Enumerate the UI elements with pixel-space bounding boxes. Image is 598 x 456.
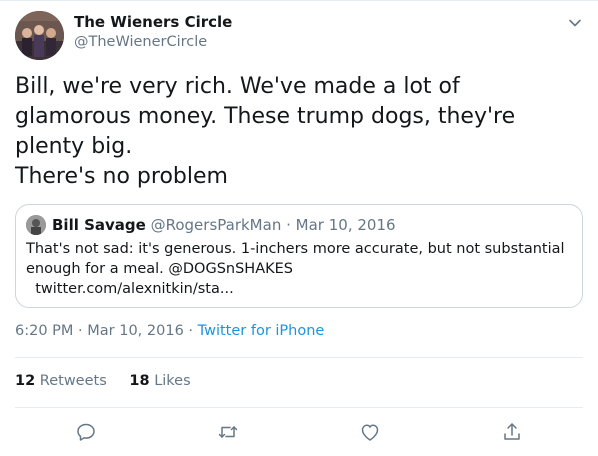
tweet-source-link[interactable]: Twitter for iPhone (198, 323, 325, 339)
quoted-tweet[interactable]: Bill Savage @RogersParkMan · Mar 10, 201… (15, 204, 583, 308)
likes-count: 18 (129, 373, 150, 389)
chevron-down-icon[interactable] (566, 14, 584, 32)
share-icon[interactable] (500, 420, 524, 444)
quoted-date: Mar 10, 2016 (295, 216, 396, 234)
top-border (0, 0, 598, 1)
author-handle[interactable]: @TheWienerCircle (74, 34, 207, 50)
tweet-stats: 12 Retweets 18 Likes (15, 371, 209, 391)
quoted-author-avatar (26, 215, 46, 235)
retweets-stat[interactable]: 12 Retweets (15, 373, 107, 389)
heart-icon[interactable] (358, 420, 382, 444)
author-name[interactable]: The Wieners Circle (74, 13, 232, 31)
quoted-author-handle: @RogersParkMan (150, 216, 282, 234)
tweet-text: Bill, we're very rich. We've made a lot … (15, 74, 516, 189)
retweet-icon[interactable] (216, 420, 240, 444)
meta-separator: · (78, 323, 83, 339)
quoted-text: That's not sad: it's generous. 1-inchers… (26, 241, 565, 297)
quoted-header: Bill Savage @RogersParkMan · Mar 10, 201… (52, 215, 396, 235)
tweet-time[interactable]: 6:20 PM (15, 323, 73, 339)
divider (15, 357, 583, 358)
retweets-count: 12 (15, 373, 36, 389)
likes-label: Likes (154, 373, 191, 389)
meta-separator-2: · (188, 323, 194, 339)
reply-icon[interactable] (74, 420, 98, 444)
retweets-label: Retweets (39, 373, 107, 389)
quoted-author-name: Bill Savage (52, 216, 146, 234)
tweet-date[interactable]: Mar 10, 2016 (87, 323, 184, 339)
divider (15, 407, 583, 408)
likes-stat[interactable]: 18 Likes (129, 373, 190, 389)
tweet-meta: 6:20 PM · Mar 10, 2016 · Twitter for iPh… (15, 321, 324, 341)
tweet: The Wieners Circle @TheWienerCircle Bill… (0, 0, 598, 456)
author-avatar[interactable] (15, 11, 64, 60)
quoted-separator: · (286, 216, 291, 234)
